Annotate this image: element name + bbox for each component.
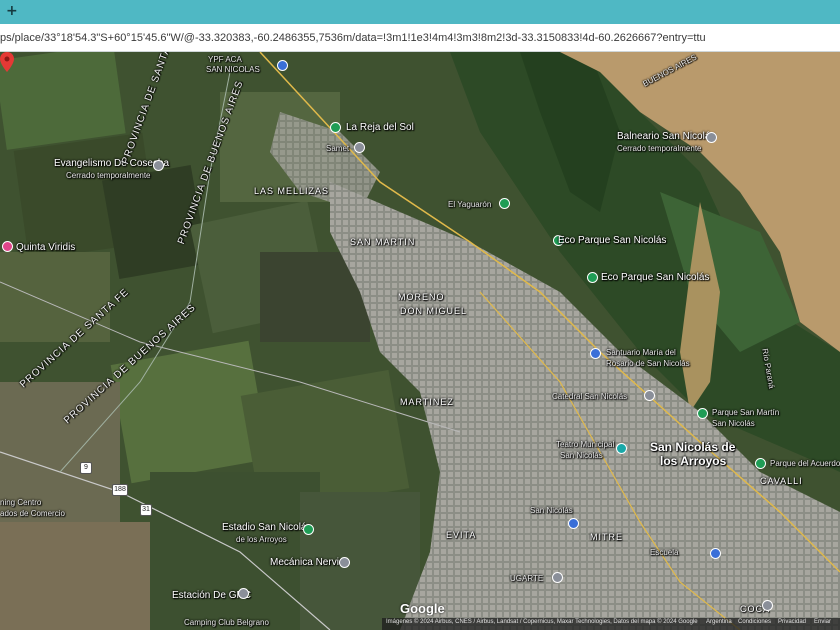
map-label-teatro[interactable]: Teatro Municipal — [556, 440, 614, 449]
map-label-centro[interactable]: ning Centro — [0, 498, 41, 507]
park-icon-yaguaron[interactable] — [499, 198, 510, 209]
cathedral-icon[interactable] — [644, 390, 655, 401]
map-label-evita: EVITA — [446, 530, 477, 540]
google-logo: Google — [400, 601, 445, 616]
map-label-martinez: MARTINEZ — [400, 397, 454, 407]
map-label-balneario[interactable]: Balneario San Nicolás — [617, 131, 715, 142]
map-label-camping[interactable]: Camping Club Belgrano — [184, 618, 269, 627]
map-label-estadio-sub[interactable]: de los Arroyos — [236, 535, 287, 544]
map-label-ypf-sub[interactable]: SAN NICOLAS — [206, 65, 260, 74]
map-attribution: Imágenes © 2024 Airbus, CNES / Airbus, L… — [386, 619, 698, 625]
mechanic-icon[interactable] — [339, 557, 350, 568]
map-label-teatro-sub[interactable]: San Nicolás — [560, 451, 603, 460]
map-label-mitre: MITRE — [590, 532, 623, 542]
new-tab-button[interactable]: + — [6, 3, 18, 19]
map-label-cavalli-text: CAVALLI — [760, 476, 803, 486]
map-label-santuario-sub[interactable]: Rosario de San Nicolás — [606, 359, 690, 368]
footer-link-country[interactable]: Argentina — [706, 619, 732, 625]
school-icon[interactable] — [568, 518, 579, 529]
map-label-parque-san-martin[interactable]: Parque San Martín — [712, 408, 779, 417]
map-label-el-yaguaron[interactable]: El Yaguarón — [448, 200, 491, 209]
url-text[interactable]: ps/place/33°18'54.3"S+60°15'45.6"W/@-33.… — [0, 32, 840, 44]
map-label-parque-san-martin-sub[interactable]: San Nicolás — [712, 419, 755, 428]
place-icon-coca[interactable] — [762, 600, 773, 611]
map-label-balneario-status: Cerrado temporalmente — [617, 144, 702, 153]
route-shield-31: 31 — [140, 504, 152, 516]
map-label-mecanica[interactable]: Mecánica Nervis — [270, 557, 344, 568]
map-label-ugarte: UGARTE — [510, 574, 544, 583]
map-label-eco-parque-1[interactable]: Eco Parque San Nicolás — [558, 235, 666, 246]
church-icon[interactable] — [153, 160, 164, 171]
map-label-santuario[interactable]: Santuario María del — [606, 348, 676, 357]
map-label-city-sub[interactable]: los Arroyos — [660, 454, 726, 468]
park-icon-acuerdo[interactable] — [755, 458, 766, 469]
gas-station-icon-gnc[interactable] — [238, 588, 249, 599]
theater-icon[interactable] — [616, 443, 627, 454]
business-icon[interactable] — [354, 142, 365, 153]
location-pin-icon[interactable] — [0, 52, 14, 72]
route-shield-9: 9 — [80, 462, 92, 474]
park-icon-eco-2[interactable] — [587, 272, 598, 283]
map-label-escuela[interactable]: Escuela — [650, 548, 678, 557]
map-label-estadio[interactable]: Estadio San Nicolás — [222, 522, 312, 533]
map-label-evangelismo-status: Cerrado temporalmente — [66, 171, 151, 180]
beach-icon[interactable] — [706, 132, 717, 143]
map-label-samet[interactable]: Samet — [326, 144, 349, 153]
footer-link-feedback[interactable]: Enviar — [814, 619, 831, 625]
footer-link-terms[interactable]: Condiciones — [738, 619, 771, 625]
map-label-las-mellizas: LAS MELLIZAS — [254, 186, 330, 196]
map-label-la-reja[interactable]: La Reja del Sol — [346, 122, 414, 133]
map-label-ypf[interactable]: YPF ACA — [208, 55, 242, 64]
map-label-evangelismo[interactable]: Evangelismo De Cosecha — [54, 158, 169, 169]
map-label-san-nicolas-coll[interactable]: San Nicolás — [530, 506, 573, 515]
school-icon-2[interactable] — [710, 548, 721, 559]
stadium-icon[interactable] — [303, 524, 314, 535]
venue-icon[interactable] — [2, 241, 13, 252]
footer-link-privacy[interactable]: Privacidad — [778, 619, 806, 625]
park-icon[interactable] — [330, 122, 341, 133]
map-label-catedral[interactable]: Catedral San Nicolás — [552, 392, 627, 401]
map-label-city[interactable]: San Nicolás de — [650, 440, 735, 454]
map-label-parque-acuerdo[interactable]: Parque del Acuerdo — [770, 459, 840, 468]
church-icon-santuario[interactable] — [590, 348, 601, 359]
place-icon-ugarte[interactable] — [552, 572, 563, 583]
park-icon-san-martin[interactable] — [697, 408, 708, 419]
map-label-quinta-viridis[interactable]: Quinta Viridis — [16, 242, 75, 253]
map-label-don-miguel: DON MIGUEL — [400, 306, 468, 316]
browser-tab-bar: + — [0, 0, 840, 24]
map-label-centro-sub[interactable]: ados de Comercio — [0, 509, 65, 518]
map-label-eco-parque-2[interactable]: Eco Parque San Nicolás — [601, 272, 709, 283]
map-footer: Imágenes © 2024 Airbus, CNES / Airbus, L… — [382, 618, 840, 630]
gas-station-icon[interactable] — [277, 60, 288, 71]
address-bar[interactable]: ps/place/33°18'54.3"S+60°15'45.6"W/@-33.… — [0, 24, 840, 52]
route-shield-188: 188 — [112, 484, 128, 496]
satellite-map[interactable]: YPF ACA SAN NICOLAS La Reja del Sol Same… — [0, 52, 840, 630]
map-label-san-martin: SAN MARTIN — [350, 237, 416, 247]
map-label-moreno: MORENO — [398, 292, 445, 302]
